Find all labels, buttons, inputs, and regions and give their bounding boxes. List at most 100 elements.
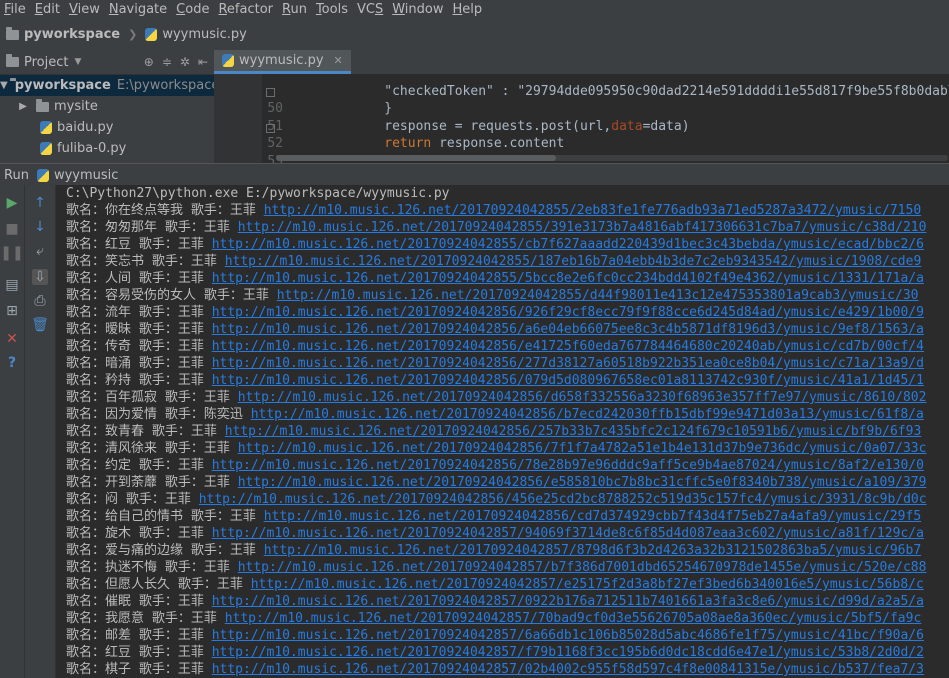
project-label: Project — [24, 54, 69, 70]
menu-run[interactable]: Run — [278, 0, 312, 19]
console-row: 歌名：匆匆那年 歌手：王菲 http://m10.music.126.net/2… — [56, 219, 949, 236]
song-url-link[interactable]: http://m10.music.126.net/20170924042857/… — [238, 560, 927, 575]
collapse-icon[interactable]: ≑ — [162, 55, 172, 69]
gear-icon[interactable]: ✲ — [180, 55, 190, 69]
song-url-link[interactable]: http://m10.music.126.net/20170924042856/… — [212, 373, 924, 388]
project-panel: Project ▼ ⊕ ≑ ✲ ⇤ ▼ pyworkspace E:\pywor… — [0, 50, 219, 163]
close-icon[interactable]: ✕ — [334, 54, 343, 67]
singer-prefix: 歌手： — [131, 373, 178, 388]
singer-name: 王菲 — [177, 458, 204, 473]
menu-view[interactable]: View — [65, 0, 105, 19]
song-prefix: 歌名： — [66, 458, 106, 473]
menu-refactor[interactable]: Refactor — [214, 0, 278, 19]
song-name: 你在终点等我 — [105, 203, 184, 218]
menu-help[interactable]: Help — [449, 0, 488, 19]
song-prefix: 歌名： — [66, 526, 106, 541]
song-prefix: 歌名： — [66, 356, 106, 371]
song-prefix: 歌名： — [66, 322, 106, 337]
song-url-link[interactable]: http://m10.music.126.net/20170924042857/… — [212, 645, 924, 660]
song-url-link[interactable]: http://m10.music.126.net/20170924042857/… — [212, 526, 924, 541]
song-url-link[interactable]: http://m10.music.126.net/20170924042856/… — [212, 458, 924, 473]
song-url-link[interactable]: http://m10.music.126.net/20170924042857/… — [212, 662, 924, 677]
project-view-selector[interactable]: Project ▼ — [6, 54, 81, 70]
trash-icon[interactable]: 🗑 — [31, 317, 49, 333]
menu-window[interactable]: Window — [388, 0, 448, 19]
song-url-link[interactable]: http://m10.music.126.net/20170924042856/… — [238, 441, 927, 456]
breadcrumb-project-label: pyworkspace — [24, 27, 121, 42]
tree-item-baidu[interactable]: baidu.py — [0, 117, 214, 138]
breadcrumb-file[interactable]: wyymusic.py — [139, 27, 253, 42]
console-row: 歌名：暧昧 歌手：王菲 http://m10.music.126.net/201… — [56, 321, 949, 338]
song-url-link[interactable]: http://m10.music.126.net/20170924042856/… — [199, 492, 927, 507]
song-url-link[interactable]: http://m10.music.126.net/20170924042857/… — [225, 611, 922, 626]
menu-code[interactable]: Code — [172, 0, 214, 19]
singer-prefix: 歌手： — [131, 339, 178, 354]
song-url-link[interactable]: http://m10.music.126.net/20170924042855/… — [225, 254, 922, 269]
layout-icon[interactable]: ▤ — [4, 277, 20, 293]
navigation-bar: pyworkspace ❯ wyymusic.py — [0, 19, 949, 51]
console-output[interactable]: C:\Python27\python.exe E:/pyworkspace/wy… — [56, 185, 949, 678]
arrow-down-icon[interactable]: ↓ — [32, 219, 48, 235]
song-url-link[interactable]: http://m10.music.126.net/20170924042856/… — [251, 407, 924, 422]
song-url-link[interactable]: http://m10.music.126.net/20170924042857/… — [212, 594, 924, 609]
horizontal-scrollbar[interactable] — [276, 155, 948, 161]
song-url-link[interactable]: http://m10.music.126.net/20170924042857/… — [264, 543, 921, 558]
song-url-link[interactable]: http://m10.music.126.net/20170924042856/… — [238, 475, 927, 490]
print-icon[interactable]: ⎙ — [32, 293, 48, 309]
song-name: 百年孤寂 — [105, 390, 158, 405]
song-url-link[interactable]: http://m10.music.126.net/20170924042857/… — [251, 577, 924, 592]
song-url-link[interactable]: http://m10.music.126.net/20170924042856/… — [212, 356, 924, 371]
song-prefix: 歌名： — [66, 509, 106, 524]
tree-item-fuliba[interactable]: fuliba-0.py — [0, 138, 214, 159]
tree-item-mysite[interactable]: ▶ mysite — [0, 96, 214, 117]
song-url-link[interactable]: http://m10.music.126.net/20170924042855/… — [212, 271, 924, 286]
song-prefix: 歌名： — [66, 220, 106, 235]
fold-marker-icon[interactable] — [266, 124, 275, 133]
editor: wyymusic.py ✕ "checkedToken" : "29794dde… — [214, 50, 949, 163]
close-run-icon[interactable] — [4, 312, 20, 328]
singer-prefix: 歌手： — [157, 560, 204, 575]
close-icon[interactable]: ✕ — [4, 331, 20, 347]
fold-marker-icon[interactable] — [266, 88, 275, 97]
singer-name: 王菲 — [177, 628, 204, 643]
song-url-link[interactable]: http://m10.music.126.net/20170924042856/… — [212, 305, 924, 320]
menu-file[interactable]: File — [0, 0, 31, 19]
scrollbar-thumb[interactable] — [276, 155, 556, 161]
menu-tools[interactable]: Tools — [312, 0, 353, 19]
song-url-link[interactable]: http://m10.music.126.net/20170924042855/… — [264, 203, 921, 218]
song-name: 但愿人长久 — [105, 577, 171, 592]
console-row: 歌名：清风徐来 歌手：王菲 http://m10.music.126.net/2… — [56, 440, 949, 457]
console-row: 歌名：红豆 歌手：王菲 http://m10.music.126.net/201… — [56, 236, 949, 253]
scroll-to-end-icon[interactable]: ⇩ — [32, 269, 48, 285]
project-toolbar: Project ▼ ⊕ ≑ ✲ ⇤ — [0, 50, 214, 75]
song-url-link[interactable]: http://m10.music.126.net/20170924042856/… — [264, 509, 921, 524]
pause-icon[interactable]: ❚❚ — [0, 245, 23, 261]
rerun-icon[interactable]: ▶ — [4, 195, 20, 211]
hide-icon[interactable]: ⇤ — [198, 55, 208, 69]
song-url-link[interactable]: http://m10.music.126.net/20170924042855/… — [277, 288, 919, 303]
song-name: 开到荼蘼 — [105, 475, 158, 490]
console-row: 歌名：红豆 歌手：王菲 http://m10.music.126.net/201… — [56, 644, 949, 661]
code-area[interactable]: "checkedToken" : "29794dde095950c90dad22… — [214, 74, 949, 163]
song-url-link[interactable]: http://m10.music.126.net/20170924042856/… — [225, 424, 922, 439]
sync-icon[interactable]: ⊕ — [144, 55, 154, 69]
arrow-up-icon[interactable]: ↑ — [32, 195, 48, 211]
breadcrumb-project[interactable]: pyworkspace — [0, 26, 126, 42]
stop-icon[interactable]: ■ — [4, 221, 20, 237]
song-url-link[interactable]: http://m10.music.126.net/20170924042856/… — [238, 390, 927, 405]
song-url-link[interactable]: http://m10.music.126.net/20170924042856/… — [212, 339, 924, 354]
run-config-tab[interactable]: wyymusic — [36, 168, 118, 183]
menu-navigate[interactable]: Navigate — [105, 0, 172, 19]
menu-edit[interactable]: Edit — [31, 0, 65, 19]
song-url-link[interactable]: http://m10.music.126.net/20170924042855/… — [212, 237, 924, 252]
menu-vcs[interactable]: VCS — [353, 0, 388, 19]
song-url-link[interactable]: http://m10.music.126.net/20170924042857/… — [212, 628, 924, 643]
help-icon[interactable]: ? — [4, 355, 20, 371]
song-url-link[interactable]: http://m10.music.126.net/20170924042856/… — [212, 322, 924, 337]
tree-item-pyworkspace[interactable]: ▼ pyworkspace E:\pyworkspace — [0, 75, 219, 96]
editor-tab-wyymusic[interactable]: wyymusic.py ✕ — [214, 50, 351, 74]
singer-prefix: 歌手： — [131, 322, 178, 337]
song-prefix: 歌名： — [66, 543, 106, 558]
song-url-link[interactable]: http://m10.music.126.net/20170924042855/… — [238, 220, 927, 235]
soft-wrap-icon[interactable]: ⤶ — [32, 243, 48, 259]
